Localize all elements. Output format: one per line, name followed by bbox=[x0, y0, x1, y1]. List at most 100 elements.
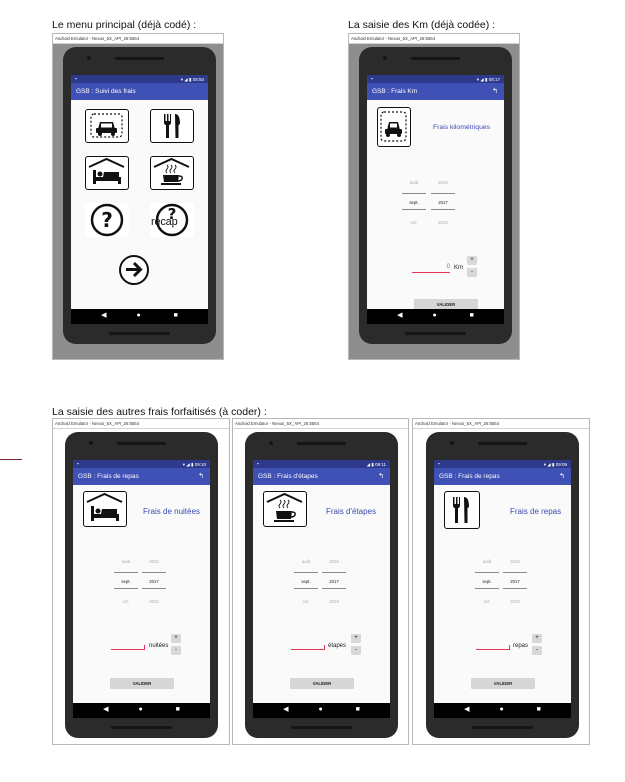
page-heading: Frais de nuitées bbox=[143, 507, 200, 516]
page-heading: Frais kilométriques bbox=[433, 124, 491, 131]
km-input[interactable]: 0 bbox=[412, 263, 450, 273]
phone-chin bbox=[108, 332, 171, 335]
month-next[interactable]: oct. bbox=[115, 599, 137, 604]
action-bar: GSB : Suivi des frais bbox=[71, 83, 208, 100]
camera-dot bbox=[383, 56, 388, 60]
notification-icon: ▪ bbox=[438, 461, 440, 466]
divider bbox=[114, 588, 138, 589]
km-input-value: 0 bbox=[446, 264, 450, 270]
month-prev[interactable]: août bbox=[403, 180, 425, 185]
hotel-tile-button[interactable] bbox=[85, 156, 129, 190]
meal-tile-button[interactable] bbox=[150, 109, 194, 143]
year-prev[interactable]: 2016 bbox=[504, 559, 526, 564]
year-prev[interactable]: 2016 bbox=[143, 559, 165, 564]
unit-label: Km bbox=[454, 265, 463, 271]
nav-recents-icon[interactable]: ■ bbox=[537, 706, 541, 714]
year-prev[interactable]: 2016 bbox=[323, 559, 345, 564]
emulator-body: ▪ ▾ ◢ ▮ 09:09 GSB : Frais de repas ↰ Fra… bbox=[413, 429, 589, 744]
validate-button[interactable]: VALIDER bbox=[110, 678, 174, 689]
back-arrow-icon[interactable]: ↰ bbox=[559, 472, 565, 480]
unit-label: étapes bbox=[328, 643, 347, 649]
decrement-button[interactable]: - bbox=[467, 268, 477, 277]
increment-button[interactable]: + bbox=[351, 634, 361, 643]
decrement-button[interactable]: - bbox=[351, 646, 361, 655]
nav-back-icon[interactable]: ◀ bbox=[283, 706, 288, 714]
year-next[interactable]: 2018 bbox=[143, 599, 165, 604]
status-bar: ▪ ▾ ◢ ▮ 09:10 bbox=[73, 460, 210, 468]
year-next[interactable]: 2018 bbox=[323, 599, 345, 604]
emulator-title: Android Emulator - Nexus_5X_API_26:5554 bbox=[413, 419, 589, 429]
year-next[interactable]: 2018 bbox=[432, 220, 454, 225]
recap-tile-button[interactable]: ? recap bbox=[150, 203, 194, 237]
month-next[interactable]: oct. bbox=[403, 220, 425, 225]
month-prev[interactable]: août bbox=[295, 559, 317, 564]
nav-home-icon[interactable]: ● bbox=[319, 706, 323, 714]
coffee-tile-button[interactable] bbox=[150, 156, 194, 190]
nav-back-icon[interactable]: ◀ bbox=[101, 312, 106, 320]
emulator-title: Android Emulator - Nexus_5X_API_26:5554 bbox=[53, 419, 229, 429]
coffee-image bbox=[263, 491, 307, 527]
nuitees-input[interactable] bbox=[111, 640, 145, 650]
phone-frame: ▪ ▾ ◢ ▮ 08:17 GSB : Frais Km ↰ Frais kil… bbox=[359, 47, 512, 344]
next-button[interactable] bbox=[119, 255, 149, 285]
phone-chin bbox=[110, 726, 173, 729]
back-arrow-icon[interactable]: ↰ bbox=[378, 472, 384, 480]
nav-back-icon[interactable]: ◀ bbox=[397, 312, 402, 320]
input-underline bbox=[476, 649, 510, 650]
nav-recents-icon[interactable]: ■ bbox=[470, 312, 474, 320]
month-selected[interactable]: sept. bbox=[295, 579, 317, 584]
year-selected[interactable]: 2017 bbox=[323, 579, 345, 584]
emulator-body: ▪ ▾ ◢ ▮ 08:17 GSB : Frais Km ↰ Frais kil… bbox=[349, 44, 519, 359]
year-selected[interactable]: 2017 bbox=[143, 579, 165, 584]
nav-home-icon[interactable]: ● bbox=[137, 312, 141, 320]
nav-home-icon[interactable]: ● bbox=[139, 706, 143, 714]
nav-bar: ◀ ● ■ bbox=[73, 703, 210, 718]
year-prev[interactable]: 2016 bbox=[432, 180, 454, 185]
phone-screen: ▪ ▾ ◢ ▮ 08:17 GSB : Frais Km ↰ Frais kil… bbox=[367, 75, 504, 324]
year-selected[interactable]: 2017 bbox=[504, 579, 526, 584]
decrement-button[interactable]: - bbox=[532, 646, 542, 655]
divider bbox=[431, 209, 455, 210]
increment-button[interactable]: + bbox=[171, 634, 181, 643]
nav-back-icon[interactable]: ◀ bbox=[103, 706, 108, 714]
back-arrow-icon[interactable]: ↰ bbox=[492, 87, 498, 95]
nav-recents-icon[interactable]: ■ bbox=[174, 312, 178, 320]
month-next[interactable]: oct. bbox=[295, 599, 317, 604]
year-selected[interactable]: 2017 bbox=[432, 200, 454, 205]
nav-home-icon[interactable]: ● bbox=[433, 312, 437, 320]
emulator-window-repas: Android Emulator - Nexus_5X_API_26:5554 … bbox=[412, 418, 590, 745]
caption-autres: La saisie des autres frais forfaitisés (… bbox=[52, 406, 267, 418]
month-selected[interactable]: sept. bbox=[403, 200, 425, 205]
nav-recents-icon[interactable]: ■ bbox=[356, 706, 360, 714]
month-selected[interactable]: sept. bbox=[476, 579, 498, 584]
repas-input[interactable] bbox=[476, 640, 510, 650]
help-tile-button[interactable]: ? bbox=[85, 203, 129, 237]
divider bbox=[322, 572, 346, 573]
increment-button[interactable]: + bbox=[532, 634, 542, 643]
divider bbox=[475, 588, 499, 589]
decrement-button[interactable]: - bbox=[171, 646, 181, 655]
month-next[interactable]: oct. bbox=[476, 599, 498, 604]
camera-dot bbox=[269, 441, 274, 445]
divider bbox=[503, 572, 527, 573]
increment-button[interactable]: + bbox=[467, 256, 477, 265]
nav-home-icon[interactable]: ● bbox=[500, 706, 504, 714]
car-tile-button[interactable] bbox=[85, 109, 129, 143]
app-title: GSB : Frais d'étapes bbox=[258, 473, 318, 480]
validate-button[interactable]: VALIDER bbox=[290, 678, 354, 689]
month-selected[interactable]: sept. bbox=[115, 579, 137, 584]
divider bbox=[402, 193, 426, 194]
etapes-input[interactable] bbox=[291, 640, 325, 650]
month-prev[interactable]: août bbox=[115, 559, 137, 564]
phone-chin bbox=[290, 726, 353, 729]
month-prev[interactable]: août bbox=[476, 559, 498, 564]
year-next[interactable]: 2018 bbox=[504, 599, 526, 604]
emulator-window-nuitees: Android Emulator - Nexus_5X_API_26:5554 … bbox=[52, 418, 230, 745]
phone-frame: ▪ ◢ ▮ 09:11 GSB : Frais d'étapes ↰ Frais… bbox=[245, 432, 398, 738]
nav-back-icon[interactable]: ◀ bbox=[464, 706, 469, 714]
back-arrow-icon[interactable]: ↰ bbox=[198, 472, 204, 480]
validate-button[interactable]: VALIDER bbox=[471, 678, 535, 689]
divider bbox=[294, 588, 318, 589]
phone-chin bbox=[471, 726, 534, 729]
nav-recents-icon[interactable]: ■ bbox=[176, 706, 180, 714]
